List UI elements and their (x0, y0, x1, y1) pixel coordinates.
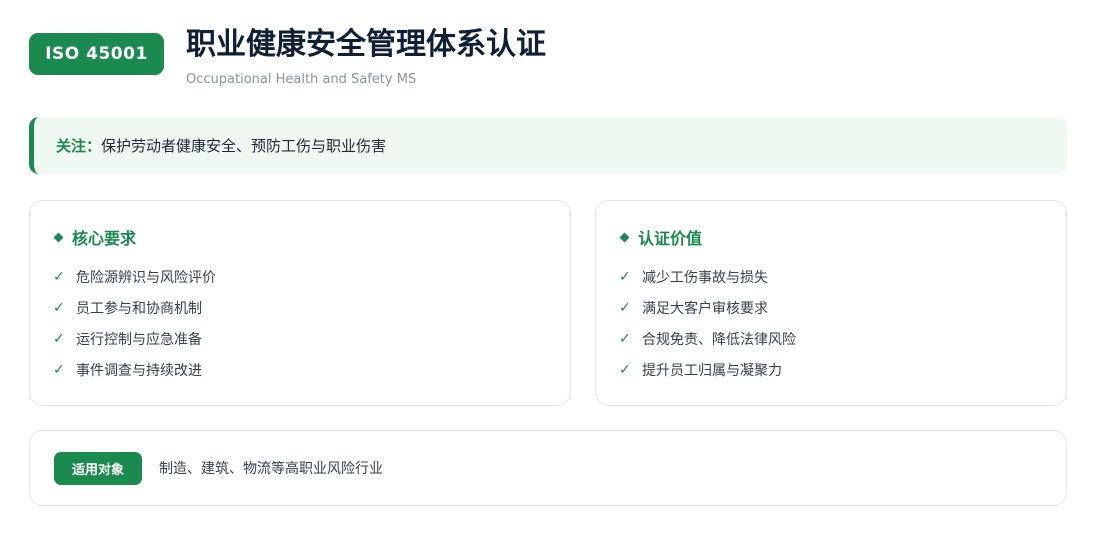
list-item-label: 合规免责、降低法律风险 (642, 331, 796, 348)
check-icon: ✓ (53, 299, 65, 316)
check-icon: ✓ (619, 268, 631, 285)
requirements-title-label: 核心要求 (72, 229, 137, 248)
standard-badge: ISO 45001 (29, 33, 164, 75)
header: ISO 45001 职业健康安全管理体系认证 Occupational Heal… (29, 24, 546, 87)
value-card: 认证价值 ✓ 减少工伤事故与损失 ✓ 满足大客户审核要求 ✓ 合规免责、降低法律风险 … (595, 200, 1067, 406)
check-icon: ✓ (53, 361, 65, 378)
list-item-label: 事件调查与持续改进 (76, 362, 202, 379)
check-icon: ✓ (53, 330, 65, 347)
focus-label: 关注： (56, 137, 102, 155)
value-title-label: 认证价值 (638, 229, 703, 248)
list-item-label: 危险源辨识与风险评价 (76, 269, 216, 286)
list-item: ✓ 减少工伤事故与损失 (619, 261, 1066, 292)
list-item: ✓ 运行控制与应急准备 (53, 323, 570, 354)
list-item-label: 员工参与和协商机制 (76, 300, 202, 317)
check-icon: ✓ (619, 361, 631, 378)
focus-callout: 关注： 保护劳动者健康安全、预防工伤与职业伤害 (29, 117, 1067, 174)
check-icon: ✓ (619, 299, 631, 316)
list-item-label: 减少工伤事故与损失 (642, 269, 768, 286)
scope-text: 制造、建筑、物流等高职业风险行业 (159, 461, 383, 477)
list-item: ✓ 危险源辨识与风险评价 (53, 261, 570, 292)
check-icon: ✓ (53, 268, 65, 285)
list-item: ✓ 员工参与和协商机制 (53, 292, 570, 323)
check-icon: ✓ (619, 330, 631, 347)
list-item-label: 提升员工归属与凝聚力 (642, 362, 782, 379)
requirements-title: 核心要求 (53, 225, 570, 249)
diamond-icon (619, 232, 630, 242)
value-title: 认证价值 (619, 225, 1066, 249)
scope-card: 适用对象 制造、建筑、物流等高职业风险行业 (29, 430, 1067, 506)
diamond-icon (53, 232, 64, 242)
list-item-label: 满足大客户审核要求 (642, 300, 768, 317)
title-group: 职业健康安全管理体系认证 Occupational Health and Saf… (186, 24, 546, 87)
requirements-card: 核心要求 ✓ 危险源辨识与风险评价 ✓ 员工参与和协商机制 ✓ 运行控制与应急准备 ✓… (29, 200, 571, 406)
list-item: ✓ 满足大客户审核要求 (619, 292, 1066, 323)
list-item: ✓ 合规免责、降低法律风险 (619, 323, 1066, 354)
requirements-list: ✓ 危险源辨识与风险评价 ✓ 员工参与和协商机制 ✓ 运行控制与应急准备 ✓ 事件调查与… (53, 261, 570, 385)
page-title: 职业健康安全管理体系认证 (186, 27, 546, 62)
list-item: ✓ 事件调查与持续改进 (53, 354, 570, 385)
value-list: ✓ 减少工伤事故与损失 ✓ 满足大客户审核要求 ✓ 合规免责、降低法律风险 ✓ 提升员工… (619, 261, 1066, 385)
list-item-label: 运行控制与应急准备 (76, 331, 202, 348)
scope-tag: 适用对象 (54, 451, 142, 485)
list-item: ✓ 提升员工归属与凝聚力 (619, 354, 1066, 385)
page-subtitle: Occupational Health and Safety MS (186, 72, 417, 87)
focus-text: 保护劳动者健康安全、预防工伤与职业伤害 (101, 137, 387, 155)
